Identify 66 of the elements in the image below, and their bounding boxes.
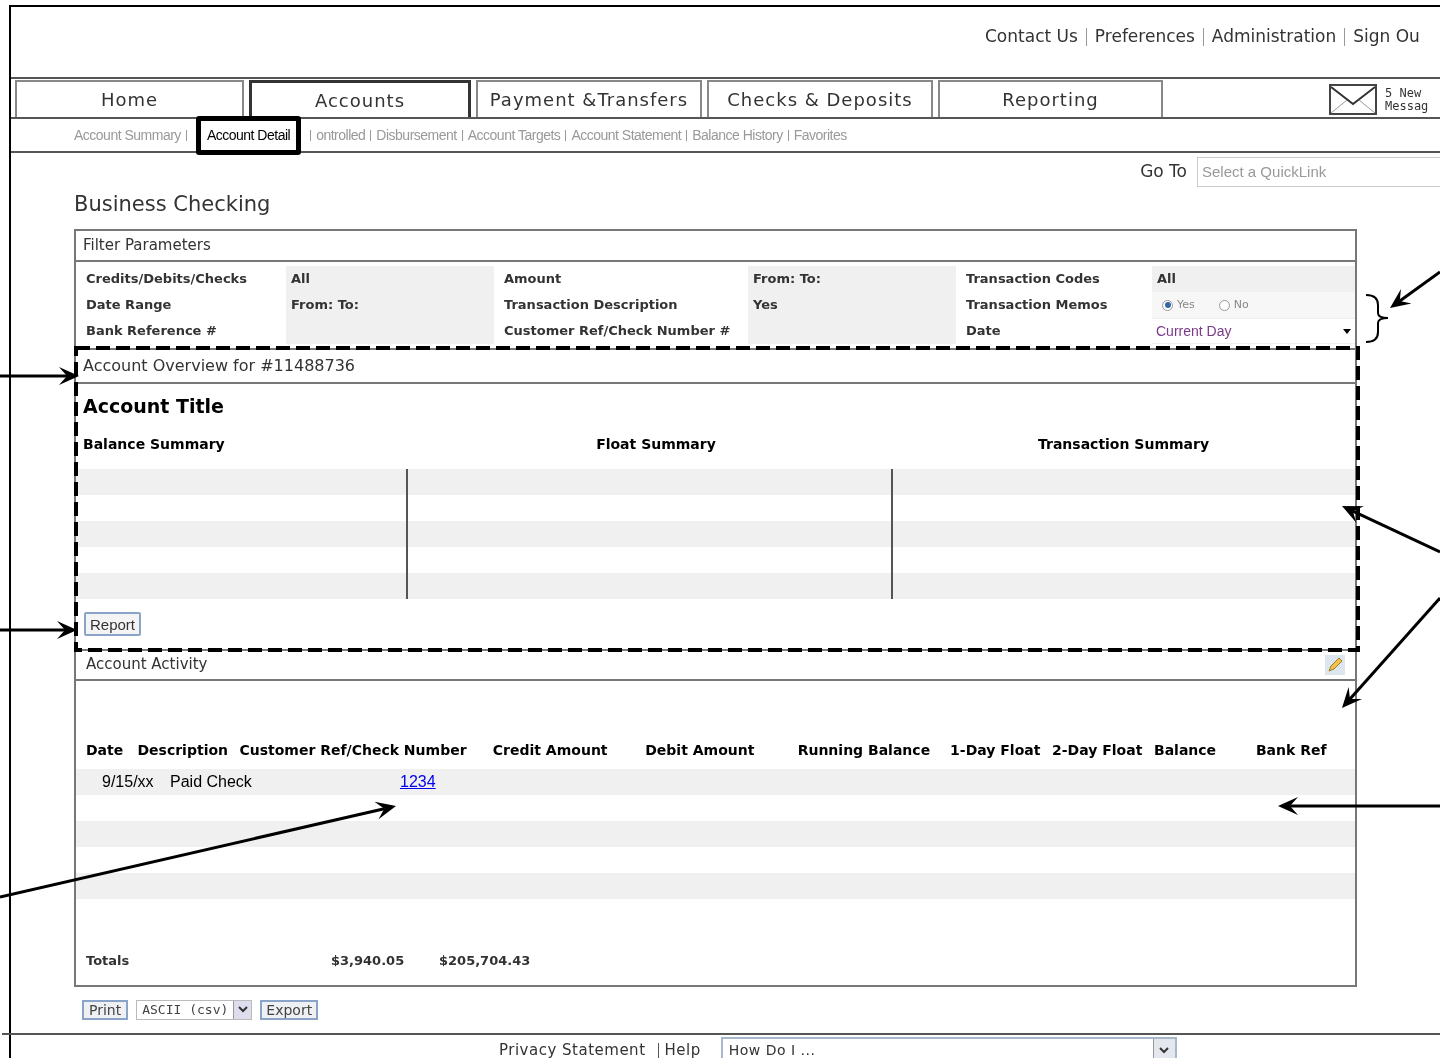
top-link[interactable]: Administration: [1211, 24, 1337, 50]
filter-label: Amount: [504, 270, 562, 289]
top-link[interactable]: Sign Ou: [1353, 24, 1420, 50]
filter-value: All: [1157, 270, 1176, 289]
annotation-arrow: [1390, 270, 1440, 308]
filter-label: Customer Ref/Check Number #: [504, 322, 731, 341]
column-header: 2-Day Float: [1052, 741, 1143, 758]
filter-label: Bank Reference #: [86, 322, 217, 341]
message-label: Messag: [1385, 99, 1429, 113]
account-title: Account Title: [83, 395, 224, 417]
filter-label: Credits/Debits/Checks: [86, 270, 247, 289]
format-select[interactable]: ASCII (csv): [136, 999, 253, 1020]
table-cell-text: 9/15/xx: [102, 771, 155, 792]
column-header: Running Balance: [797, 741, 931, 758]
column-header: Balance: [1154, 741, 1217, 758]
nav-tab[interactable]: Checks & Deposits: [707, 80, 933, 117]
filter-label: Date: [966, 322, 1001, 341]
print-button[interactable]: Print: [82, 999, 129, 1020]
how-do-i-select[interactable]: How Do I ...: [720, 1036, 1177, 1058]
goto-label: Go To: [1140, 160, 1187, 184]
footer-link[interactable]: Privacy Statement: [499, 1039, 646, 1058]
top-link[interactable]: Preferences: [1094, 24, 1195, 50]
summary-heading: Float Summary: [596, 436, 716, 452]
filter-value: From: To:: [291, 296, 359, 315]
top-link[interactable]: Contact Us: [985, 24, 1078, 50]
table-cell-text: Paid Check: [170, 771, 253, 792]
nav-tab[interactable]: Reporting: [938, 80, 1163, 117]
nav-tab[interactable]: Home: [15, 80, 244, 117]
message-count: 5 New: [1385, 86, 1423, 100]
radio-button[interactable]: [1218, 299, 1230, 311]
nav-tab[interactable]: Payment &Transfers: [476, 80, 702, 117]
column-header: Customer Ref/Check Number: [239, 741, 467, 758]
summary-heading: Balance Summary: [83, 436, 225, 452]
totals-label: Totals: [86, 951, 131, 970]
radio-button[interactable]: [1162, 299, 1173, 311]
column-header: Bank Ref: [1255, 741, 1327, 758]
filter-value: All: [291, 270, 310, 289]
filter-label: Transaction Memos: [966, 296, 1108, 315]
bracket-annotation: [1365, 294, 1389, 343]
check-number-link[interactable]: 1234: [400, 769, 436, 794]
column-header: Description: [137, 741, 229, 758]
filter-label: Transaction Description: [504, 296, 678, 315]
pencil-icon: [1325, 654, 1345, 675]
export-button[interactable]: Export: [260, 999, 319, 1020]
column-header: 1-Day Float: [950, 741, 1041, 758]
nav-tab[interactable]: Accounts: [249, 80, 471, 117]
filter-value: From: To:: [753, 270, 821, 289]
section-title: Account Overview for #11488736: [83, 355, 356, 377]
date-select[interactable]: Current Day: [1152, 319, 1355, 343]
filter-label: Transaction Codes: [966, 270, 1100, 289]
filter-value: Yes: [753, 296, 778, 315]
filter-label: Date Range: [86, 296, 172, 315]
column-header: Credit Amount: [492, 741, 608, 758]
page-title: Business Checking: [74, 191, 272, 218]
dropdown-arrow-icon: [1343, 328, 1351, 334]
total-debit: $205,704.43: [439, 951, 531, 970]
envelope-icon: [1329, 84, 1377, 115]
section-title: Account Activity: [86, 654, 208, 676]
column-header: Date: [86, 741, 124, 758]
summary-heading: Transaction Summary: [1037, 436, 1210, 452]
total-credit: $3,940.05: [331, 951, 406, 970]
footer-link[interactable]: Help: [664, 1039, 701, 1058]
column-header: Debit Amount: [645, 741, 755, 758]
subnav-link[interactable]: Account Detail: [195, 115, 302, 155]
report-button[interactable]: Report: [84, 611, 142, 636]
section-title: Filter Parameters: [83, 235, 211, 257]
